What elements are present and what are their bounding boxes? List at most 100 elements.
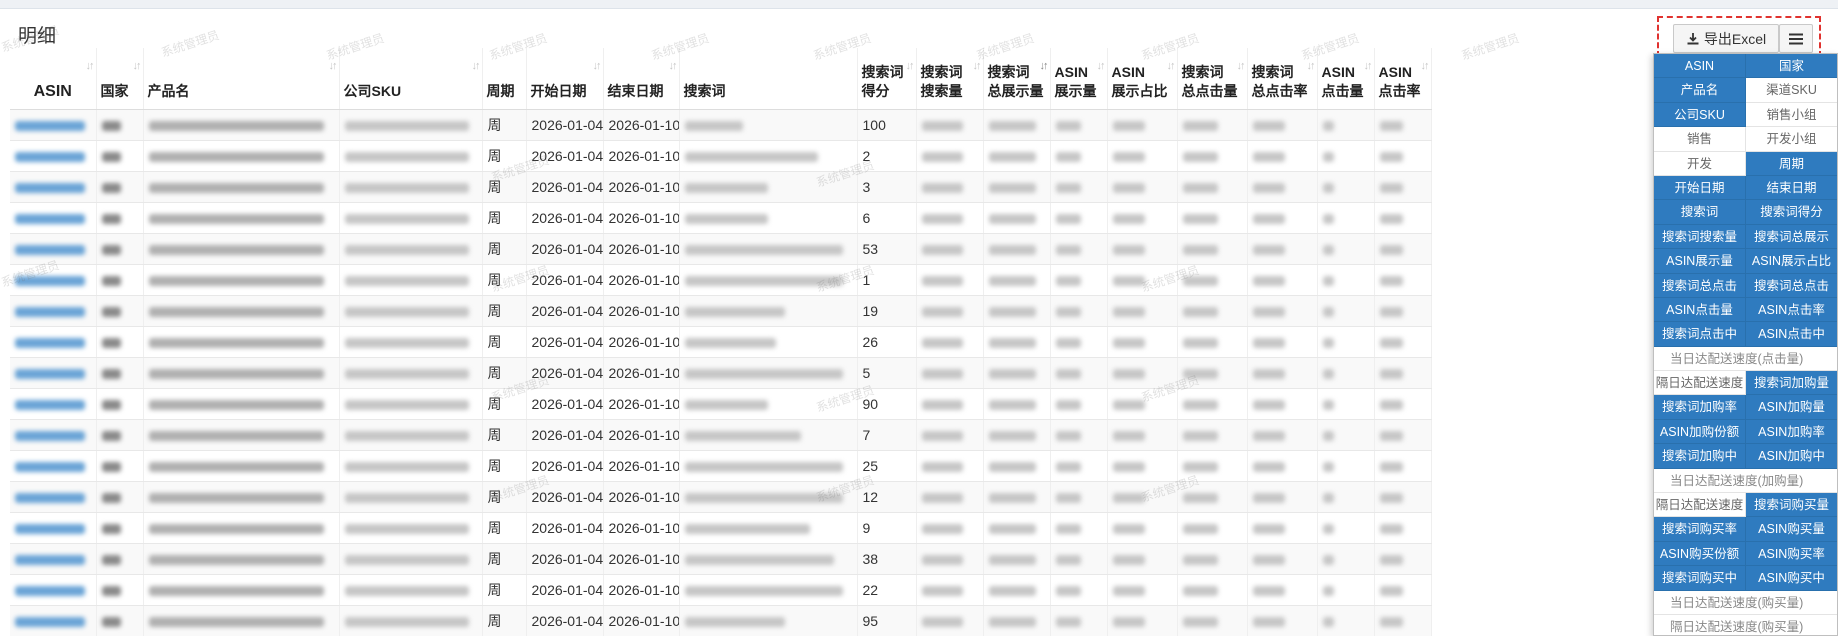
column-header-imp[interactable]: 搜索词 总展示量 ↓↑ bbox=[983, 48, 1051, 110]
column-toggle-item[interactable]: 开发小组 bbox=[1746, 127, 1837, 152]
column-header-clk[interactable]: 搜索词 总点击量 ↓↑ bbox=[1177, 48, 1248, 110]
column-toggle-item[interactable]: 搜索词购买率 bbox=[1654, 517, 1746, 542]
column-toggle-item[interactable]: ASIN展示占比 bbox=[1746, 249, 1837, 274]
column-header-period[interactable]: 周期 bbox=[482, 48, 527, 110]
column-toggle-item[interactable]: ASIN购买份额 bbox=[1654, 541, 1746, 567]
column-toggle-item[interactable]: 搜索词 bbox=[1654, 200, 1746, 225]
column-toggle-item[interactable]: 结束日期 bbox=[1746, 175, 1837, 201]
sort-arrows-icon[interactable]: ↓↑ bbox=[669, 57, 678, 76]
column-toggle-item[interactable]: ASIN购买率 bbox=[1746, 541, 1837, 567]
column-toggle-item[interactable]: 当日达配送速度(加购量) bbox=[1654, 468, 1837, 494]
table-row[interactable]: 周 2026-01-04 2026-01-10 3 bbox=[10, 171, 1432, 203]
column-toggle-item[interactable]: 搜索词购买量 bbox=[1746, 493, 1837, 518]
column-toggle-item[interactable]: 渠道SKU bbox=[1746, 78, 1837, 103]
column-header-product[interactable]: 产品名 ↓↑ bbox=[143, 48, 340, 110]
column-toggle-item[interactable]: ASIN加购中 bbox=[1746, 444, 1837, 469]
cell-asin[interactable] bbox=[10, 233, 97, 265]
column-toggle-item[interactable]: ASIN展示量 bbox=[1654, 249, 1746, 274]
column-header-actr[interactable]: ASIN 点击率 ↓↑ bbox=[1374, 48, 1432, 110]
cell-asin[interactable] bbox=[10, 605, 97, 636]
column-header-ashare[interactable]: ASIN 展示占比 ↓↑ bbox=[1107, 48, 1178, 110]
column-toggle-item[interactable]: 隔日达配送速度 bbox=[1654, 493, 1746, 518]
cell-asin[interactable] bbox=[10, 419, 97, 451]
column-toggle-item[interactable]: 产品名 bbox=[1654, 78, 1746, 103]
sort-arrows-icon[interactable]: ↓↑ bbox=[1167, 57, 1176, 76]
column-toggle-item[interactable]: ASIN点击量 bbox=[1654, 297, 1746, 323]
column-toggle-item[interactable]: ASIN bbox=[1654, 54, 1746, 79]
column-toggle-item[interactable]: 搜索词得分 bbox=[1746, 200, 1837, 225]
column-toggle-item[interactable]: 销售 bbox=[1654, 127, 1746, 152]
column-toggle-item[interactable]: 搜索词总点击 bbox=[1654, 273, 1746, 298]
column-toggle-item[interactable]: ASIN点击中 bbox=[1746, 322, 1837, 347]
table-row[interactable]: 周 2026-01-04 2026-01-10 38 bbox=[10, 543, 1432, 575]
column-header-end[interactable]: 结束日期 ↓↑ bbox=[603, 48, 680, 110]
sort-arrows-icon[interactable]: ↓↑ bbox=[86, 57, 95, 76]
column-toggle-item[interactable]: ASIN加购率 bbox=[1746, 419, 1837, 445]
sort-arrows-icon[interactable]: ↓↑ bbox=[1307, 57, 1316, 76]
table-row[interactable]: 周 2026-01-04 2026-01-10 6 bbox=[10, 202, 1432, 234]
column-toggle-item[interactable]: 开始日期 bbox=[1654, 175, 1746, 201]
sort-arrows-icon[interactable]: ↓↑ bbox=[593, 57, 602, 76]
sort-arrows-icon[interactable]: ↓↑ bbox=[1237, 57, 1246, 76]
sort-arrows-icon[interactable]: ↓↑ bbox=[1421, 57, 1430, 76]
column-toggle-item[interactable]: 搜索词加购中 bbox=[1654, 444, 1746, 469]
column-toggle-item[interactable]: 搜索词总展示 bbox=[1746, 224, 1837, 250]
column-header-ctr[interactable]: 搜索词 总点击率 ↓↑ bbox=[1247, 48, 1318, 110]
column-toggle-item[interactable]: ASIN加购份额 bbox=[1654, 419, 1746, 445]
column-toggle-item[interactable]: 搜索词总点击 bbox=[1746, 273, 1837, 298]
column-toggle-item[interactable]: 隔日达配送速度 bbox=[1654, 371, 1746, 396]
sort-arrows-icon[interactable]: ↓↑ bbox=[1364, 57, 1373, 76]
table-row[interactable]: 周 2026-01-04 2026-01-10 7 bbox=[10, 419, 1432, 451]
column-toggle-item[interactable]: 国家 bbox=[1746, 54, 1837, 79]
column-header-aclk[interactable]: ASIN 点击量 ↓↑ bbox=[1317, 48, 1375, 110]
table-row[interactable]: 周 2026-01-04 2026-01-10 95 bbox=[10, 605, 1432, 636]
column-header-start[interactable]: 开始日期 ↓↑ bbox=[526, 48, 604, 110]
column-header-country[interactable]: 国家 ↓↑ bbox=[96, 48, 144, 110]
column-toggle-button[interactable] bbox=[1779, 24, 1813, 53]
column-header-term[interactable]: 搜索词 bbox=[679, 48, 858, 110]
column-toggle-item[interactable]: 销售小组 bbox=[1746, 102, 1837, 128]
column-header-score[interactable]: 搜索词 得分 ↓↑ bbox=[857, 48, 917, 110]
cell-asin[interactable] bbox=[10, 140, 97, 172]
sort-arrows-icon[interactable]: ↓↑ bbox=[1097, 57, 1106, 76]
table-row[interactable]: 周 2026-01-04 2026-01-10 19 bbox=[10, 295, 1432, 327]
cell-asin[interactable] bbox=[10, 481, 97, 513]
cell-asin[interactable] bbox=[10, 109, 97, 141]
table-row[interactable]: 周 2026-01-04 2026-01-10 25 bbox=[10, 450, 1432, 482]
column-toggle-item[interactable]: ASIN加购量 bbox=[1746, 395, 1837, 420]
table-row[interactable]: 周 2026-01-04 2026-01-10 2 bbox=[10, 140, 1432, 172]
cell-asin[interactable] bbox=[10, 388, 97, 420]
table-row[interactable]: 周 2026-01-04 2026-01-10 5 bbox=[10, 357, 1432, 389]
column-header-sq[interactable]: 搜索词 搜索量 ↓↑ bbox=[916, 48, 984, 110]
column-header-aimp[interactable]: ASIN 展示量 ↓↑ bbox=[1050, 48, 1108, 110]
table-row[interactable]: 周 2026-01-04 2026-01-10 90 bbox=[10, 388, 1432, 420]
column-toggle-item[interactable]: ASIN购买中 bbox=[1746, 566, 1837, 591]
column-toggle-item[interactable]: ASIN购买量 bbox=[1746, 517, 1837, 542]
table-row[interactable]: 周 2026-01-04 2026-01-10 12 bbox=[10, 481, 1432, 513]
cell-asin[interactable] bbox=[10, 326, 97, 358]
table-row[interactable]: 周 2026-01-04 2026-01-10 100 bbox=[10, 109, 1432, 141]
cell-asin[interactable] bbox=[10, 512, 97, 544]
column-header-sku[interactable]: 公司SKU ↓↑ bbox=[339, 48, 483, 110]
column-toggle-item[interactable]: 搜索词加购量 bbox=[1746, 371, 1837, 396]
column-toggle-item[interactable]: 开发 bbox=[1654, 151, 1746, 176]
table-row[interactable]: 周 2026-01-04 2026-01-10 53 bbox=[10, 233, 1432, 265]
column-toggle-item[interactable]: 搜索词加购率 bbox=[1654, 395, 1746, 420]
table-row[interactable]: 周 2026-01-04 2026-01-10 1 bbox=[10, 264, 1432, 296]
cell-asin[interactable] bbox=[10, 295, 97, 327]
column-toggle-item[interactable]: 周期 bbox=[1746, 151, 1837, 176]
cell-asin[interactable] bbox=[10, 171, 97, 203]
sort-arrows-icon[interactable]: ↓↑ bbox=[1040, 57, 1049, 76]
sort-arrows-icon[interactable]: ↓↑ bbox=[133, 57, 142, 76]
column-toggle-item[interactable]: 当日达配送速度(购买量) bbox=[1654, 590, 1837, 615]
cell-asin[interactable] bbox=[10, 543, 97, 575]
cell-asin[interactable] bbox=[10, 574, 97, 606]
cell-asin[interactable] bbox=[10, 264, 97, 296]
column-toggle-item[interactable]: 搜索词点击中 bbox=[1654, 322, 1746, 347]
column-toggle-item[interactable]: 搜索词搜索量 bbox=[1654, 224, 1746, 250]
column-toggle-item[interactable]: 隔日达配送速度(购买量) bbox=[1654, 614, 1837, 635]
sort-arrows-icon[interactable]: ↓↑ bbox=[472, 57, 481, 76]
export-excel-button[interactable]: 导出Excel bbox=[1673, 24, 1779, 53]
cell-asin[interactable] bbox=[10, 357, 97, 389]
sort-arrows-icon[interactable]: ↓↑ bbox=[906, 57, 915, 76]
